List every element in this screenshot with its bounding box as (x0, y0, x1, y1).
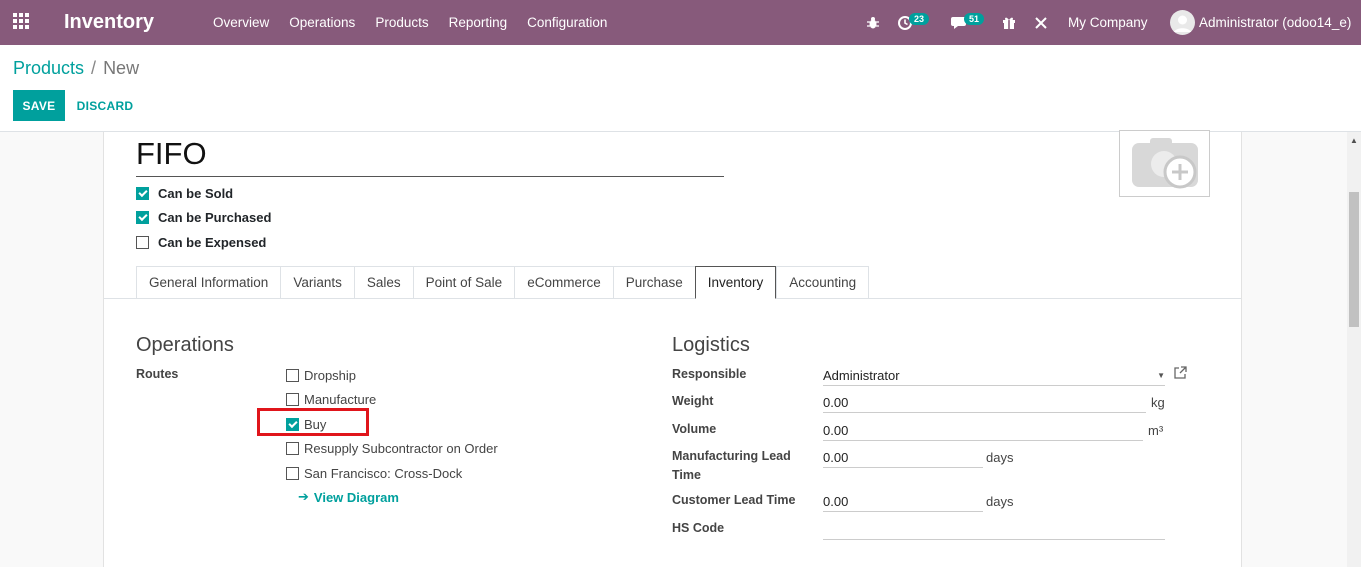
breadcrumb: Products / New (13, 58, 139, 79)
responsible-value: Administrator (823, 367, 900, 383)
can-be-purchased-row[interactable]: Can be Purchased (136, 209, 271, 225)
route-manufacture-checkbox[interactable] (286, 392, 299, 406)
hs-code-input[interactable] (823, 519, 1165, 540)
weight-input[interactable]: 0.00 (823, 392, 1146, 413)
breadcrumb-current: New (103, 58, 140, 78)
route-manufacture[interactable]: Manufacture (286, 391, 376, 407)
logistics-title: Logistics (672, 334, 750, 356)
route-cross-dock-label: San Francisco: Cross-Dock (304, 465, 463, 481)
tab-accounting[interactable]: Accounting (776, 266, 870, 299)
tab-general-information[interactable]: General Information (136, 266, 281, 299)
route-dropship-checkbox[interactable] (286, 368, 299, 382)
can-be-expensed-row[interactable]: Can be Expensed (136, 234, 266, 250)
mfg-lead-time-label: Manufacturing Lead Time (672, 449, 791, 482)
scroll-thumb[interactable] (1349, 192, 1359, 327)
tab-sales[interactable]: Sales (353, 266, 413, 299)
activity-button[interactable]: 23 (897, 0, 930, 45)
weight-unit: kg (1151, 395, 1165, 410)
save-button[interactable]: SAVE (13, 90, 65, 121)
mfg-lead-time-unit: days (986, 450, 1014, 465)
can-be-expensed-label: Can be Expensed (158, 234, 267, 250)
mfg-lead-time-input[interactable]: 0.00 (823, 447, 983, 468)
can-be-sold-checkbox[interactable] (136, 186, 149, 200)
tab-purchase[interactable]: Purchase (612, 266, 695, 299)
route-dropship[interactable]: Dropship (286, 367, 356, 383)
can-be-expensed-checkbox[interactable] (136, 235, 149, 249)
tab-point-of-sale[interactable]: Point of Sale (412, 266, 515, 299)
route-manufacture-label: Manufacture (304, 391, 377, 407)
menu-operations[interactable]: Operations (279, 0, 365, 45)
volume-input[interactable]: 0.00 (823, 420, 1143, 441)
menu-products[interactable]: Products (365, 0, 438, 45)
customer-lead-time-input[interactable]: 0.00 (823, 491, 983, 512)
view-diagram-link[interactable]: ➔ View Diagram (298, 489, 399, 505)
form-sheet: FIFO Can be Sold Can be Purchased Can be… (103, 130, 1242, 567)
messages-badge: 51 (964, 12, 985, 25)
menu-overview[interactable]: Overview (203, 0, 279, 45)
breadcrumb-separator: / (91, 58, 97, 78)
product-name-input[interactable]: FIFO (136, 132, 724, 177)
hs-code-label: HS Code (672, 521, 725, 535)
operations-title: Operations (136, 334, 234, 356)
control-panel: Products / New SAVE DISCARD (0, 45, 1361, 132)
tab-inventory[interactable]: Inventory (694, 266, 777, 299)
can-be-sold-label: Can be Sold (158, 185, 234, 201)
app-brand[interactable]: Inventory (64, 0, 154, 45)
caret-down-icon: ▼ (1157, 370, 1165, 380)
arrow-right-icon: ➔ (298, 489, 309, 504)
apps-menu-icon[interactable] (13, 13, 31, 31)
tab-variants[interactable]: Variants (280, 266, 354, 299)
external-link-icon[interactable] (1174, 366, 1187, 382)
avatar (1170, 10, 1195, 35)
customer-lead-time-unit: days (986, 494, 1014, 509)
can-be-sold-row[interactable]: Can be Sold (136, 185, 233, 201)
top-navbar: Inventory Overview Operations Products R… (0, 0, 1361, 45)
debug-icon[interactable] (866, 0, 880, 45)
weight-label: Weight (672, 394, 714, 408)
page-scrollbar[interactable]: ▲ (1347, 132, 1361, 567)
messages-button[interactable]: 51 (951, 0, 985, 45)
menu-reporting[interactable]: Reporting (439, 0, 518, 45)
view-diagram-label: View Diagram (313, 489, 399, 505)
responsible-label: Responsible (672, 367, 747, 381)
highlight-box (257, 408, 369, 436)
route-dropship-label: Dropship (304, 367, 357, 383)
tab-ecommerce[interactable]: eCommerce (514, 266, 613, 299)
routes-label: Routes (136, 367, 179, 381)
volume-unit: m³ (1148, 423, 1164, 438)
scroll-up-arrow-icon[interactable]: ▲ (1347, 132, 1361, 148)
gift-icon[interactable] (1002, 0, 1016, 45)
breadcrumb-products[interactable]: Products (13, 58, 84, 79)
can-be-purchased-checkbox[interactable] (136, 210, 149, 224)
responsible-select[interactable]: Administrator ▼ (823, 365, 1165, 386)
route-resupply-subcontractor[interactable]: Resupply Subcontractor on Order (286, 440, 498, 456)
add-image-icon (1131, 137, 1198, 188)
user-name: Administrator (odoo14_e) (1199, 15, 1352, 30)
can-be-purchased-label: Can be Purchased (158, 209, 272, 225)
discard-button[interactable]: DISCARD (70, 90, 140, 121)
activity-badge: 23 (909, 12, 930, 25)
menu-configuration[interactable]: Configuration (517, 0, 617, 45)
route-cross-dock[interactable]: San Francisco: Cross-Dock (286, 465, 462, 481)
company-switcher[interactable]: My Company (1068, 0, 1148, 45)
user-menu[interactable]: Administrator (odoo14_e) (1170, 0, 1351, 45)
route-resupply-label: Resupply Subcontractor on Order (304, 440, 498, 456)
volume-label: Volume (672, 422, 717, 436)
tools-icon[interactable] (1034, 0, 1048, 45)
product-image[interactable] (1119, 130, 1210, 197)
main-menu: Overview Operations Products Reporting C… (203, 0, 617, 45)
route-resupply-checkbox[interactable] (286, 441, 299, 455)
notebook-tabs: General Information Variants Sales Point… (136, 266, 870, 299)
route-cross-dock-checkbox[interactable] (286, 466, 299, 480)
customer-lead-time-label: Customer Lead Time (672, 493, 796, 507)
